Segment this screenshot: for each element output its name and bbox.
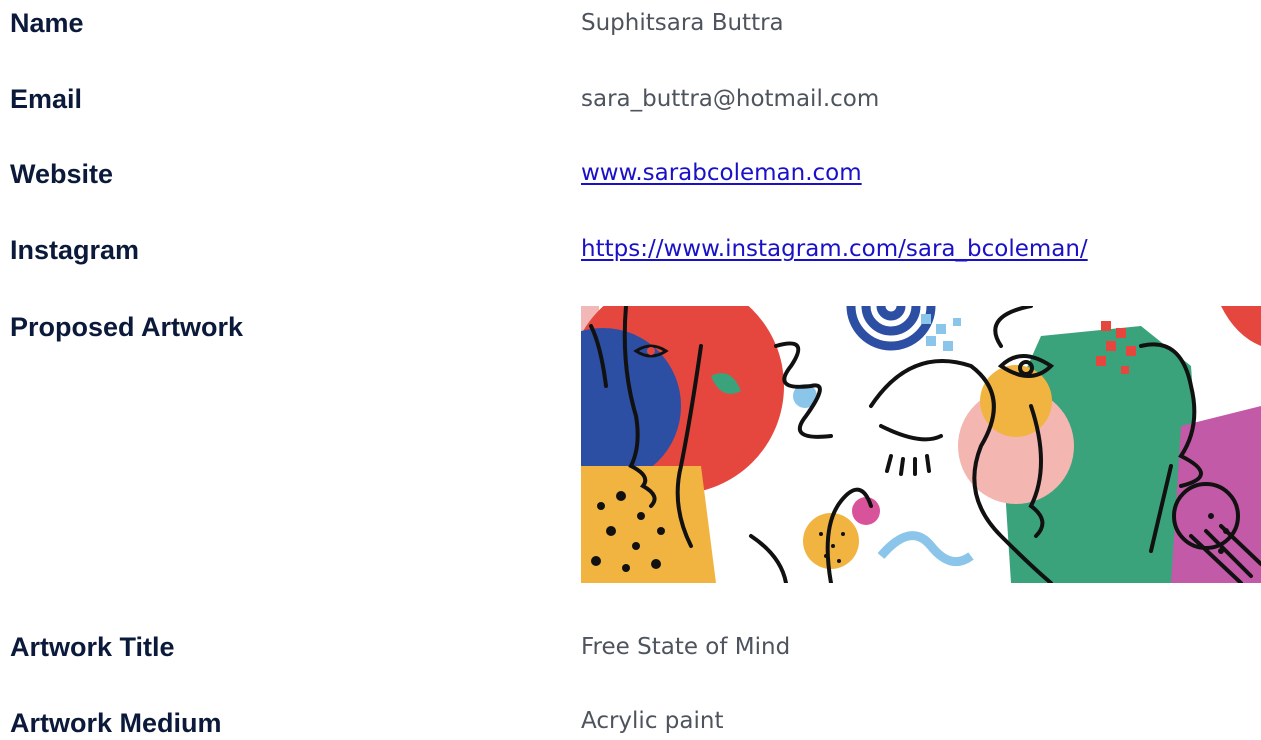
artwork-medium-label: Artwork Medium [10, 708, 222, 738]
website-label: Website [10, 159, 114, 189]
website-link[interactable]: www.sarabcoleman.com [581, 160, 862, 186]
email-value: sara_buttra@hotmail.com [581, 86, 880, 112]
artwork-title-label: Artwork Title [10, 632, 175, 662]
instagram-label: Instagram [10, 235, 140, 265]
proposed-artwork-image [581, 306, 1261, 583]
artwork-medium-value: Acrylic paint [581, 708, 724, 734]
email-label: Email [10, 84, 83, 114]
instagram-link[interactable]: https://www.instagram.com/sara_bcoleman/ [581, 236, 1088, 262]
name-value: Suphitsara Buttra [581, 10, 784, 36]
name-label: Name [10, 8, 84, 38]
proposed-artwork-label: Proposed Artwork [10, 312, 244, 342]
artwork-title-value: Free State of Mind [581, 634, 791, 660]
